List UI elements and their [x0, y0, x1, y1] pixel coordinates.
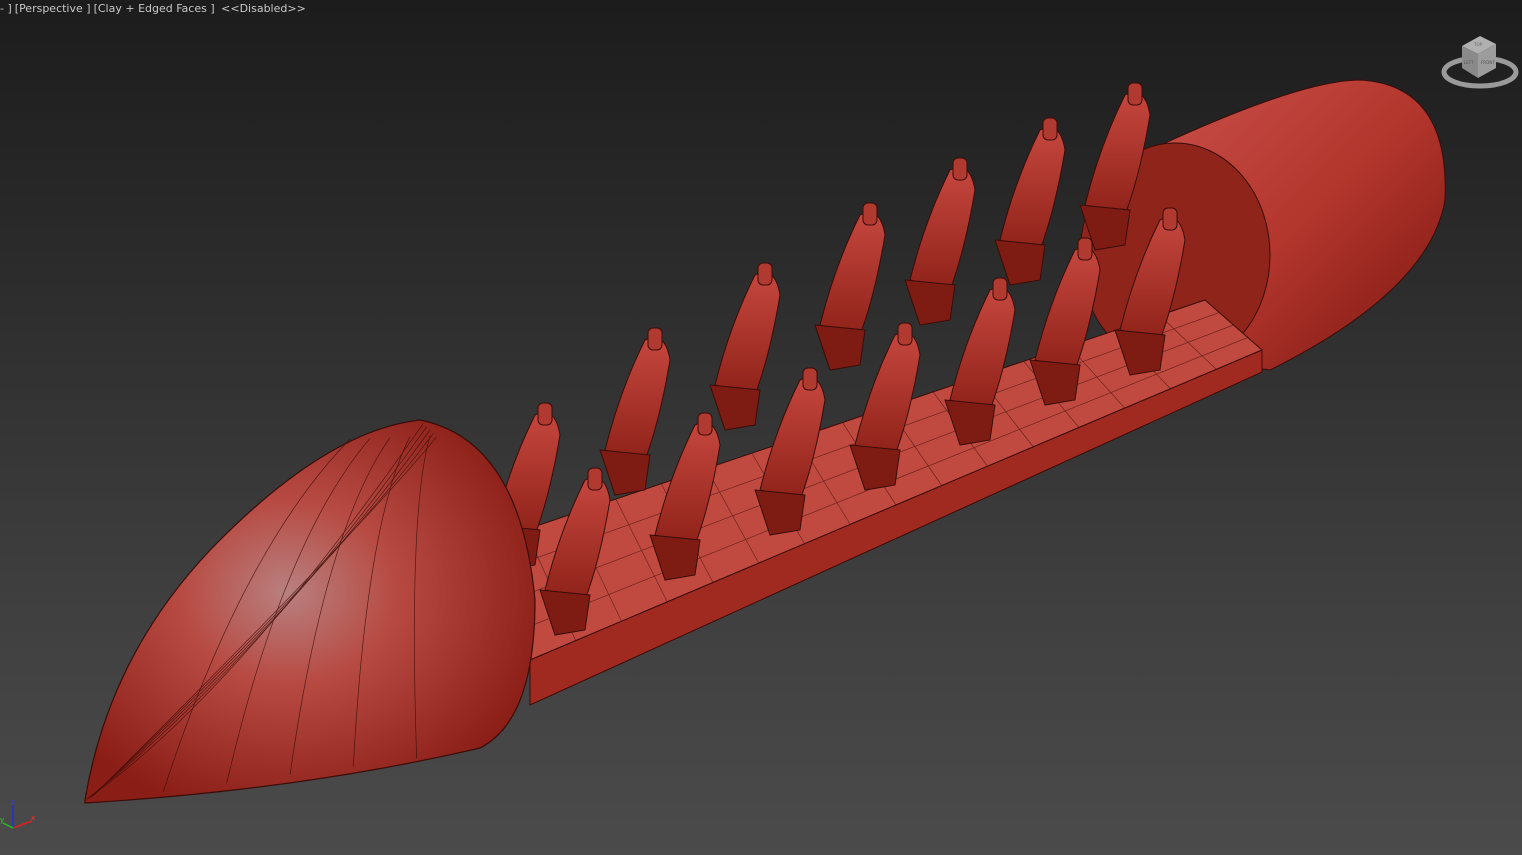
viewcube-left-label: LEFT [1464, 60, 1474, 65]
y-axis [2, 822, 14, 829]
viewcube-top-label: TOP [1473, 42, 1483, 47]
seat[interactable] [814, 202, 886, 371]
y-label: y [0, 816, 4, 824]
x-label: x [31, 814, 35, 822]
seat[interactable] [904, 157, 976, 326]
viewcube[interactable]: LEFT FRONT TOP [1440, 28, 1520, 94]
axis-gizmo: z x y [0, 795, 45, 835]
viewcube-front-label: FRONT [1481, 60, 1495, 65]
nose-cone[interactable] [84, 419, 536, 804]
seat[interactable] [709, 262, 781, 431]
seat[interactable] [599, 327, 671, 496]
x-axis [12, 820, 33, 829]
viewport-scene[interactable] [0, 0, 1522, 855]
seat[interactable] [994, 117, 1066, 286]
z-label: z [11, 798, 15, 806]
